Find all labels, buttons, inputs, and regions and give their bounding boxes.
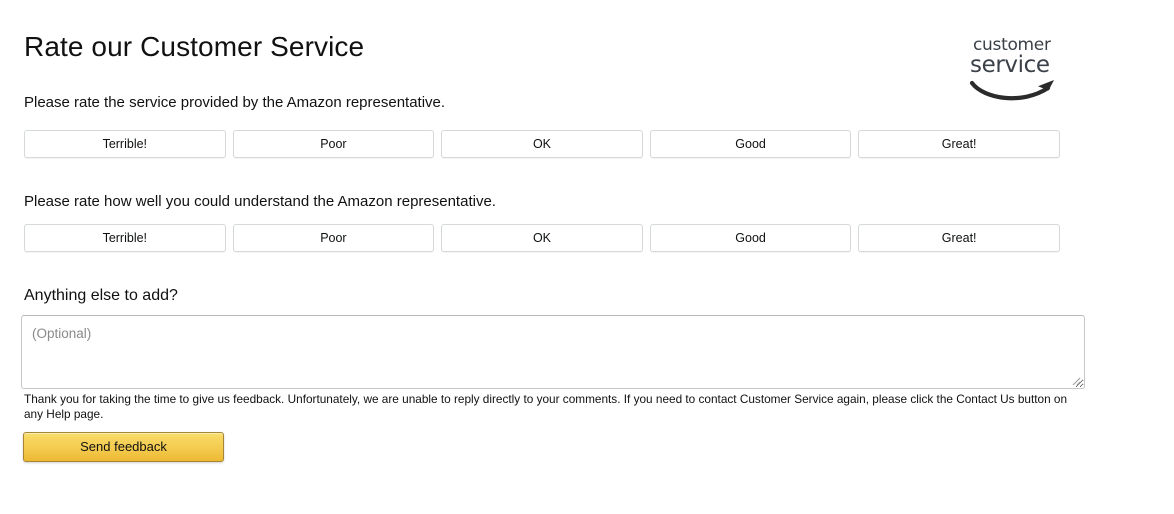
feedback-disclaimer-text: Thank you for taking the time to give us…	[24, 392, 1068, 421]
understand-option-ok[interactable]: OK	[441, 224, 643, 252]
send-feedback-button[interactable]: Send feedback	[23, 432, 224, 462]
page-title: Rate our Customer Service	[24, 31, 365, 62]
amazon-smile-arrow-icon	[969, 80, 1054, 101]
logo-word-service: service	[970, 52, 1050, 78]
understand-option-great[interactable]: Great!	[858, 224, 1060, 252]
rating-option-terrible[interactable]: Terrible!	[24, 130, 226, 158]
rating-group-service-quality: Terrible! Poor OK Good Great!	[24, 130, 1060, 158]
rating-option-poor[interactable]: Poor	[232, 130, 435, 158]
rating-option-great[interactable]: Great!	[858, 130, 1060, 158]
question-additional-comments-label: Anything else to add?	[24, 287, 178, 304]
question-service-quality-label: Please rate the service provided by the …	[24, 94, 446, 111]
customer-service-logo: customer service	[968, 36, 1060, 108]
comment-textarea[interactable]	[21, 315, 1085, 389]
feedback-page: Rate our Customer Service customer servi…	[0, 0, 1174, 514]
question-understandability-label: Please rate how well you could understan…	[24, 193, 496, 210]
rating-option-ok[interactable]: OK	[441, 130, 643, 158]
understand-option-good[interactable]: Good	[649, 224, 852, 252]
rating-group-understandability: Terrible! Poor OK Good Great!	[24, 224, 1060, 252]
understand-option-poor[interactable]: Poor	[232, 224, 435, 252]
understand-option-terrible[interactable]: Terrible!	[24, 224, 226, 252]
rating-option-good[interactable]: Good	[649, 130, 852, 158]
